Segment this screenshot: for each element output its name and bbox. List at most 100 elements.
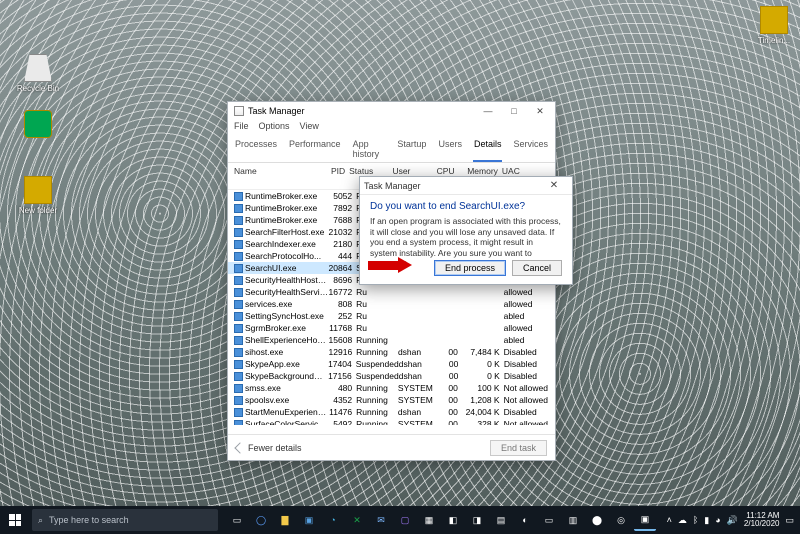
app-icon-8[interactable]: ⬤ [586, 509, 608, 531]
tab-startup[interactable]: Startup [396, 136, 427, 162]
desktop-icon-newfolder[interactable]: New folder [12, 176, 64, 215]
cell-status: Running [356, 335, 398, 345]
table-row[interactable]: SecurityHealthServic...16772Ruallowed [228, 286, 555, 298]
xbox-icon[interactable]: ✕ [346, 509, 368, 531]
taskbar-search[interactable]: ⌕ Type here to search [32, 509, 218, 531]
cell-uac: allowed [500, 299, 549, 309]
photos-icon[interactable]: ▢ [394, 509, 416, 531]
cell-pid: 17404 [328, 359, 356, 369]
cell-pid: 5052 [329, 191, 357, 201]
cell-pid: 808 [329, 299, 357, 309]
action-center-icon[interactable]: ▭ [785, 515, 794, 526]
cell-name: SearchIndexer.exe [245, 239, 329, 249]
process-icon [234, 396, 243, 405]
process-icon [234, 360, 243, 369]
titlebar[interactable]: Task Manager — □ ✕ [228, 102, 555, 120]
cell-status: Ru [356, 287, 398, 297]
tab-processes[interactable]: Processes [234, 136, 278, 162]
app-icon-6[interactable]: ▭ [538, 509, 560, 531]
mail-icon[interactable]: ✉ [370, 509, 392, 531]
cell-mem: 328 K [458, 419, 500, 425]
cell-cpu: 00 [438, 407, 458, 417]
tab-performance[interactable]: Performance [288, 136, 342, 162]
table-row[interactable]: spoolsv.exe4352RunningSYSTEM001,208 KNot… [228, 394, 555, 406]
table-row[interactable]: ShellExperienceHost...15608Runningabled [228, 334, 555, 346]
store-icon[interactable]: ▣ [298, 509, 320, 531]
cell-mem: 1,208 K [458, 395, 500, 405]
end-process-button[interactable]: End process [434, 260, 506, 276]
edge-icon[interactable]: ◔ [322, 509, 344, 531]
cell-pid: 16772 [329, 287, 357, 297]
cell-cpu: 00 [438, 347, 458, 357]
cell-name: SurfaceColorService... [245, 419, 329, 425]
tray-wifi-icon[interactable]: ◕ [715, 515, 720, 525]
table-row[interactable]: smss.exe480RunningSYSTEM00100 KNot allow… [228, 382, 555, 394]
process-icon [234, 192, 243, 201]
end-task-button[interactable]: End task [490, 440, 547, 456]
table-row[interactable]: services.exe808Ruallowed [228, 298, 555, 310]
process-icon [234, 252, 243, 261]
table-row[interactable]: SkypeApp.exe17404Suspendeddshan000 KDisa… [228, 358, 555, 370]
app-icon-4[interactable]: ▤ [490, 509, 512, 531]
tab-services[interactable]: Services [512, 136, 549, 162]
table-row[interactable]: SettingSyncHost.exe252Ruabled [228, 310, 555, 322]
dialog-close-button[interactable]: ✕ [540, 180, 568, 191]
cell-user: SYSTEM [398, 383, 438, 393]
cell-mem: 0 K [458, 371, 500, 381]
app-icon-5[interactable]: ◐ [514, 509, 536, 531]
icon-label: Recycle Bin [12, 84, 64, 93]
maximize-button[interactable]: □ [501, 103, 527, 119]
task-view-icon[interactable]: ▭ [226, 509, 248, 531]
minimize-button[interactable]: — [475, 103, 501, 119]
app-icon-9[interactable]: ◎ [610, 509, 632, 531]
col-pid[interactable]: PID [321, 166, 349, 186]
menu-options[interactable]: Options [259, 121, 290, 131]
tray-bluetooth-icon[interactable]: ᛒ [693, 515, 698, 525]
cortana-icon[interactable]: ◯ [250, 509, 272, 531]
tray-battery-icon[interactable]: ▮ [704, 515, 709, 526]
app-icon-7[interactable]: ▥ [562, 509, 584, 531]
cell-pid: 480 [329, 383, 357, 393]
table-row[interactable]: SgrmBroker.exe11768Ruallowed [228, 322, 555, 334]
desktop-icon-recycle-bin[interactable]: Recycle Bin [12, 54, 64, 93]
fewer-details-toggle[interactable]: Fewer details [236, 443, 302, 453]
explorer-icon[interactable]: ▇ [274, 509, 296, 531]
dialog-titlebar[interactable]: Task Manager ✕ [360, 177, 572, 195]
cancel-button[interactable]: Cancel [512, 260, 562, 276]
process-icon [234, 372, 243, 381]
desktop-icon-timeline[interactable]: Timelin... [748, 6, 800, 45]
cell-pid: 7892 [329, 203, 357, 213]
app-icon-2[interactable]: ◧ [442, 509, 464, 531]
cell-mem: 7,484 K [458, 347, 500, 357]
clock-date: 2/10/2020 [744, 520, 780, 528]
tray-sound-icon[interactable]: 🔊 [727, 515, 738, 526]
table-row[interactable]: SkypeBackgroundHo...17156Suspendeddshan0… [228, 370, 555, 382]
cell-pid: 15608 [329, 335, 357, 345]
tray-onedrive-icon[interactable]: ☁ [678, 515, 687, 526]
process-icon [234, 348, 243, 357]
tab-details[interactable]: Details [473, 136, 503, 162]
close-button[interactable]: ✕ [527, 103, 553, 119]
process-icon [234, 324, 243, 333]
start-button[interactable] [0, 506, 30, 534]
table-row[interactable]: SurfaceColorService...5492RunningSYSTEM0… [228, 418, 555, 425]
app-icon-3[interactable]: ◨ [466, 509, 488, 531]
process-icon [234, 240, 243, 249]
system-tray: ˄ ☁ ᛒ ▮ ◕ 🔊 11:12 AM 2/10/2020 ▭ [667, 512, 800, 528]
cell-name: smss.exe [245, 383, 329, 393]
table-row[interactable]: sihost.exe12916Runningdshan007,484 KDisa… [228, 346, 555, 358]
app-icon-1[interactable]: ▦ [418, 509, 440, 531]
cell-pid: 2180 [329, 239, 357, 249]
taskbar-clock[interactable]: 11:12 AM 2/10/2020 [744, 512, 780, 528]
table-row[interactable]: StartMenuExperienc...11476Runningdshan00… [228, 406, 555, 418]
menu-view[interactable]: View [300, 121, 319, 131]
desktop-icon-chat[interactable] [12, 110, 64, 140]
col-name[interactable]: Name [234, 166, 321, 186]
tab-users[interactable]: Users [437, 136, 463, 162]
cell-name: SearchProtocolHo... [245, 251, 329, 261]
cell-mem: 100 K [458, 383, 500, 393]
tray-chevron-icon[interactable]: ˄ [667, 515, 672, 525]
taskmanager-taskbar-icon[interactable]: ▣ [634, 509, 656, 531]
tab-app-history[interactable]: App history [352, 136, 387, 162]
menu-file[interactable]: File [234, 121, 249, 131]
